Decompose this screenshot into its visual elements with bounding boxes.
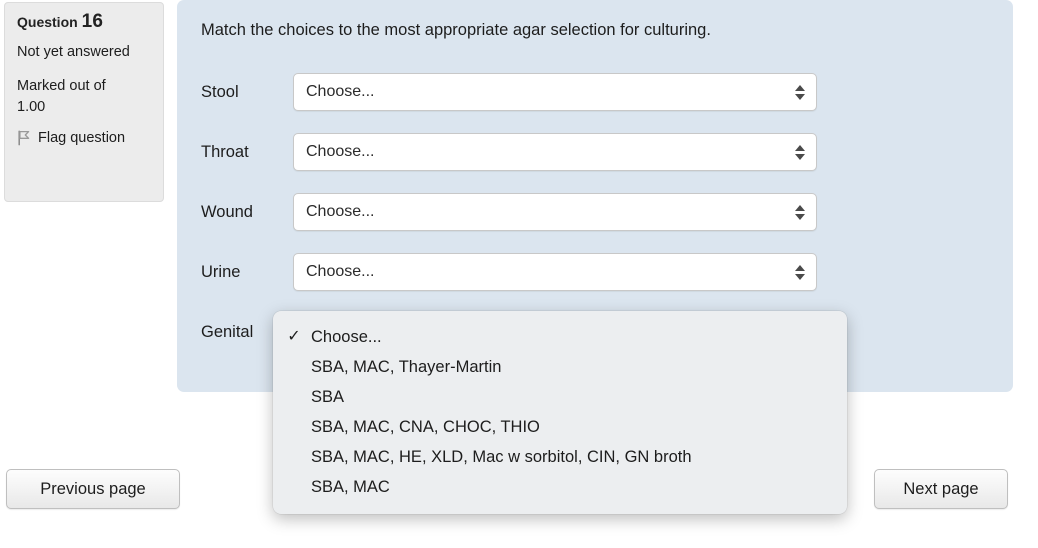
- question-heading-label: Question: [17, 14, 78, 30]
- match-row: Throat Choose...: [201, 122, 1037, 182]
- select-throat-value: Choose...: [306, 143, 375, 160]
- dropdown-option[interactable]: SBA, MAC: [273, 472, 847, 502]
- question-number: 16: [81, 11, 104, 32]
- next-page-button[interactable]: Next page: [874, 469, 1008, 509]
- question-heading: Question 16: [17, 11, 151, 32]
- sort-updown-icon: [794, 142, 805, 162]
- match-row-label-stool: Stool: [201, 83, 239, 101]
- check-icon: ✓: [287, 328, 301, 345]
- flag-question-button[interactable]: Flag question: [17, 130, 151, 146]
- match-row: Urine Choose...: [201, 242, 1037, 302]
- dropdown-option[interactable]: SBA, MAC, HE, XLD, Mac w sorbitol, CIN, …: [273, 442, 847, 472]
- match-row-label-urine: Urine: [201, 263, 241, 281]
- select-stool[interactable]: Choose...: [293, 73, 817, 111]
- select-urine[interactable]: Choose...: [293, 253, 817, 291]
- question-prompt: Match the choices to the most appropriat…: [201, 21, 711, 39]
- previous-page-button[interactable]: Previous page: [6, 469, 180, 509]
- match-row: Wound Choose...: [201, 182, 1037, 242]
- sort-updown-icon: [794, 262, 805, 282]
- select-genital-dropdown[interactable]: ✓ Choose... SBA, MAC, Thayer-Martin SBA …: [273, 311, 847, 514]
- dropdown-option[interactable]: SBA: [273, 382, 847, 412]
- select-stool-value: Choose...: [306, 83, 375, 100]
- dropdown-option-label: SBA, MAC, HE, XLD, Mac w sorbitol, CIN, …: [311, 448, 692, 466]
- dropdown-option[interactable]: ✓ Choose...: [273, 322, 847, 352]
- sort-updown-icon: [794, 82, 805, 102]
- dropdown-option-label: Choose...: [311, 328, 382, 346]
- select-throat[interactable]: Choose...: [293, 133, 817, 171]
- match-row: Stool Choose...: [201, 62, 1037, 122]
- flag-question-label: Flag question: [38, 130, 126, 146]
- question-status: Not yet answered: [17, 44, 130, 60]
- question-marks: Marked out of 1.00: [17, 78, 106, 115]
- question-info-box: Question 16 Not yet answered Marked out …: [4, 2, 164, 202]
- dropdown-option[interactable]: SBA, MAC, Thayer-Martin: [273, 352, 847, 382]
- select-wound[interactable]: Choose...: [293, 193, 817, 231]
- match-row-label-throat: Throat: [201, 143, 249, 161]
- sort-updown-icon: [794, 202, 805, 222]
- select-urine-value: Choose...: [306, 263, 375, 280]
- dropdown-option-label: SBA: [311, 388, 345, 406]
- match-row-label-wound: Wound: [201, 203, 253, 221]
- dropdown-option-label: SBA, MAC: [311, 478, 390, 496]
- dropdown-option-label: SBA, MAC, Thayer-Martin: [311, 358, 502, 376]
- flag-icon: [17, 130, 31, 146]
- dropdown-option[interactable]: SBA, MAC, CNA, CHOC, THIO: [273, 412, 847, 442]
- dropdown-option-label: SBA, MAC, CNA, CHOC, THIO: [311, 418, 540, 436]
- select-wound-value: Choose...: [306, 203, 375, 220]
